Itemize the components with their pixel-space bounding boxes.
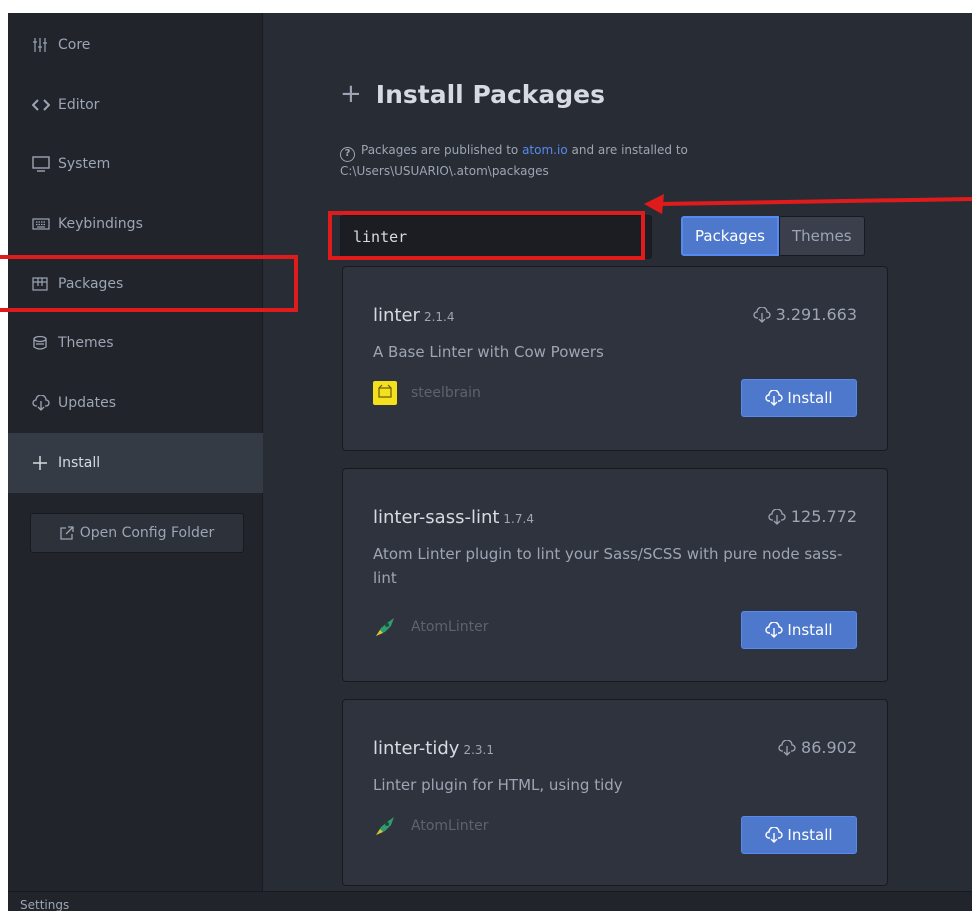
- package-version: 1.7.4: [503, 512, 534, 526]
- atom-io-link[interactable]: atom.io: [522, 143, 568, 157]
- sidebar-item-label: Keybindings: [58, 216, 143, 232]
- cloud-download-icon: [765, 827, 784, 843]
- install-path: C:\Users\USUARIO\.atom\packages: [340, 163, 549, 178]
- package-name-text: linter-sass-lint: [373, 507, 500, 528]
- cloud-download-icon: [765, 390, 784, 406]
- download-count: 125.772: [768, 507, 857, 526]
- link-external-icon: [60, 526, 74, 540]
- install-label: Install: [787, 389, 833, 407]
- install-button[interactable]: Install: [741, 379, 857, 417]
- plus-icon: [32, 455, 58, 471]
- package-name[interactable]: linter-tidy 2.3.1: [373, 738, 494, 759]
- package-description: A Base Linter with Cow Powers: [373, 343, 604, 361]
- sidebar-item-install[interactable]: Install: [8, 433, 263, 493]
- settings-sidebar: Core Editor System Keybindings Packages: [8, 13, 263, 891]
- section-heading: + Install Packages: [340, 79, 605, 109]
- open-config-folder-button[interactable]: Open Config Folder: [30, 513, 244, 553]
- package-owner[interactable]: AtomLinter: [373, 814, 488, 838]
- package-description: Linter plugin for HTML, using tidy: [373, 776, 623, 794]
- page-title: Install Packages: [375, 79, 606, 109]
- sidebar-item-themes[interactable]: Themes: [8, 313, 263, 373]
- paintcan-icon: [32, 335, 58, 351]
- install-info: ? Packages are published to atom.io and a…: [340, 141, 860, 180]
- download-count-value: 86.902: [801, 738, 857, 757]
- sidebar-item-label: Core: [58, 37, 91, 53]
- install-label: Install: [787, 621, 833, 639]
- install-button[interactable]: Install: [741, 816, 857, 854]
- download-count: 86.902: [778, 738, 857, 757]
- sidebar-item-label: Updates: [58, 395, 116, 411]
- info-suffix: and are installed to: [567, 143, 688, 157]
- avatar: [373, 814, 397, 838]
- sidebar-item-label: Themes: [58, 335, 114, 351]
- install-button[interactable]: Install: [741, 611, 857, 649]
- package-description: Atom Linter plugin to lint your Sass/SCS…: [373, 545, 843, 587]
- package-name[interactable]: linter 2.1.4: [373, 305, 455, 326]
- sidebar-item-keybindings[interactable]: Keybindings: [8, 194, 263, 254]
- owner-name: steelbrain: [411, 385, 481, 401]
- sidebar-item-updates[interactable]: Updates: [8, 373, 263, 433]
- package-name-text: linter-tidy: [373, 738, 460, 759]
- sidebar-item-label: Editor: [58, 97, 100, 113]
- package-name[interactable]: linter-sass-lint 1.7.4: [373, 507, 534, 528]
- monitor-icon: [32, 156, 58, 172]
- sidebar-item-editor[interactable]: Editor: [8, 75, 263, 135]
- package-version: 2.3.1: [463, 743, 494, 757]
- package-owner[interactable]: steelbrain: [373, 381, 481, 405]
- package-card: linter-sass-lint 1.7.4 125.772 Atom Linte…: [342, 468, 888, 682]
- cloud-download-icon: [32, 395, 58, 411]
- install-panel: + Install Packages ? Packages are publish…: [264, 13, 972, 891]
- annotation-arrow: [644, 194, 972, 214]
- status-bar: Settings: [8, 891, 972, 911]
- sidebar-item-core[interactable]: Core: [8, 15, 263, 75]
- sidebar-item-system[interactable]: System: [8, 134, 263, 194]
- package-card: linter-tidy 2.3.1 86.902 Linter plugin fo…: [342, 699, 888, 886]
- package-name-text: linter: [373, 305, 420, 326]
- search-highlight-box: [328, 211, 645, 260]
- cloud-download-icon: [768, 508, 786, 525]
- avatar: [373, 615, 397, 639]
- search-type-toggle: Packages Themes: [681, 216, 865, 256]
- package-version: 2.1.4: [423, 310, 455, 324]
- question-icon: ?: [340, 146, 355, 162]
- themes-toggle-button[interactable]: Themes: [779, 216, 865, 256]
- sidebar-item-label: System: [58, 156, 111, 172]
- download-count-value: 125.772: [790, 507, 857, 526]
- package-owner[interactable]: AtomLinter: [373, 615, 488, 639]
- packages-highlight-box: [0, 255, 298, 312]
- owner-name: AtomLinter: [411, 619, 489, 635]
- cloud-download-icon: [778, 739, 796, 756]
- download-count-value: 3.291.663: [775, 305, 857, 324]
- status-bar-text: Settings: [20, 898, 70, 911]
- owner-name: AtomLinter: [411, 818, 489, 834]
- settings-window: Core Editor System Keybindings Packages: [8, 13, 972, 911]
- plus-icon: +: [340, 79, 362, 109]
- cloud-download-icon: [765, 622, 784, 638]
- package-card: linter 2.1.4 3.291.663 A Base Linter with…: [342, 266, 888, 451]
- avatar: [373, 381, 397, 405]
- keyboard-icon: [32, 217, 58, 231]
- packages-toggle-button[interactable]: Packages: [681, 216, 779, 256]
- sliders-icon: [32, 37, 58, 53]
- code-icon: [32, 98, 58, 112]
- download-count: 3.291.663: [752, 305, 857, 324]
- open-config-folder-label: Open Config Folder: [79, 525, 215, 541]
- info-prefix: Packages are published to: [361, 143, 523, 157]
- sidebar-item-label: Install: [58, 455, 101, 471]
- cloud-download-icon: [752, 306, 771, 323]
- install-label: Install: [787, 826, 833, 844]
